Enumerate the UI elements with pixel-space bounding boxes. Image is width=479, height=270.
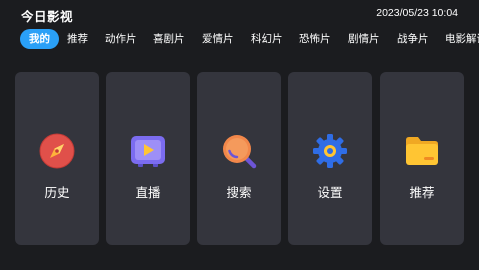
tab-movie-commentary[interactable]: 电影解说: [445, 29, 479, 49]
search-card[interactable]: 搜索: [197, 72, 281, 245]
gear-icon: [313, 134, 347, 168]
compass-icon: [39, 133, 75, 169]
recommend-label: 推荐: [409, 185, 435, 200]
live-label: 直播: [135, 185, 161, 200]
tab-war[interactable]: 战争片: [397, 29, 429, 49]
history-card[interactable]: 历史: [15, 72, 99, 245]
app-window: 今日影视 2023/05/23 10:04 我的 推荐 动作片 喜剧片 爱情片 …: [0, 0, 479, 270]
history-label: 历史: [44, 185, 70, 200]
search-icon: [223, 135, 257, 169]
top-bar: 今日影视 2023/05/23 10:04: [0, 0, 479, 28]
settings-label: 设置: [317, 185, 343, 200]
tv-play-icon: [131, 136, 165, 167]
app-title: 今日影视: [21, 9, 74, 24]
recommend-card[interactable]: 推荐: [380, 72, 464, 245]
tab-horror[interactable]: 恐怖片: [299, 29, 331, 49]
tab-scifi[interactable]: 科幻片: [251, 29, 283, 49]
tab-action[interactable]: 动作片: [105, 29, 137, 49]
category-tabs: 我的 推荐 动作片 喜剧片 爱情片 科幻片 恐怖片 剧情片 战争片 电影解说: [20, 29, 479, 49]
datetime-display: 2023/05/23 10:04: [376, 7, 458, 19]
tab-recommend[interactable]: 推荐: [67, 29, 88, 49]
tab-romance[interactable]: 爱情片: [202, 29, 234, 49]
live-card[interactable]: 直播: [106, 72, 190, 245]
search-label: 搜索: [226, 185, 252, 200]
folder-icon: [406, 137, 438, 165]
tab-mine[interactable]: 我的: [20, 29, 59, 49]
tab-drama[interactable]: 剧情片: [348, 29, 380, 49]
tab-comedy[interactable]: 喜剧片: [153, 29, 185, 49]
settings-card[interactable]: 设置: [288, 72, 372, 245]
